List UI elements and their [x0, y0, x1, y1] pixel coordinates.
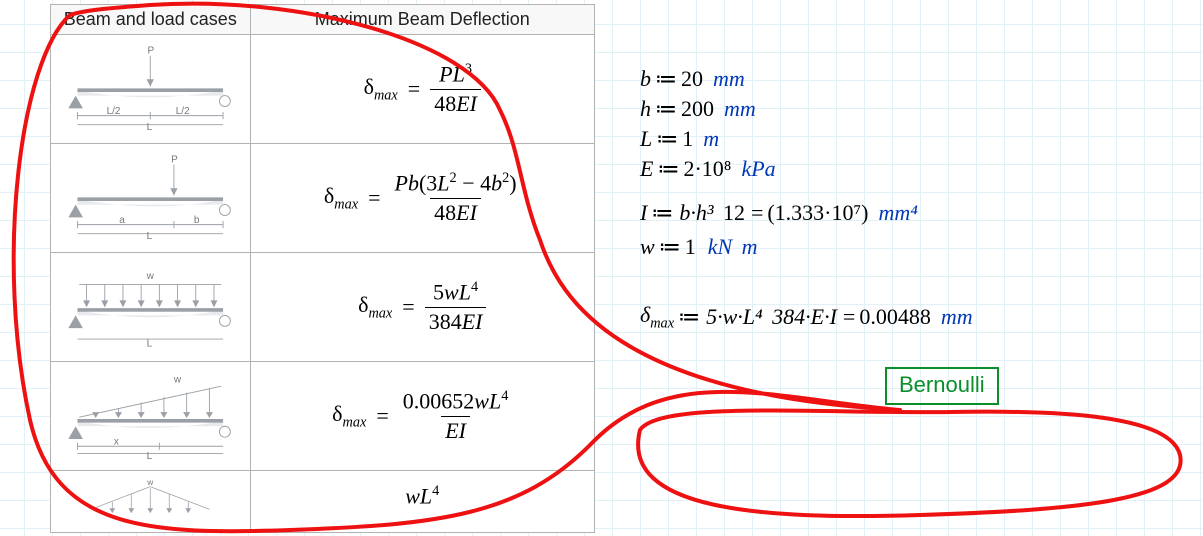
svg-text:w: w — [146, 479, 154, 487]
table-header-cases: Beam and load cases — [51, 5, 251, 35]
table-row: w x L δmax = 0.00652wL4 EI — [51, 362, 595, 471]
table-row: P a b L δmax = Pb(3L2 − 4b2) 48EI — [51, 144, 595, 253]
deflection-table: Beam and load cases Maximum Beam Deflect… — [50, 4, 595, 533]
formula-cell: δmax = 5wL4 384EI — [250, 253, 594, 362]
svg-text:L/2: L/2 — [107, 106, 121, 117]
beam-diagram-uniform-load: w L — [51, 253, 251, 362]
table-row: P L/2 L/2 L δmax = PL3 48EI — [51, 35, 595, 144]
def-h: h ≔ 200 mm — [640, 96, 1170, 122]
svg-text:w: w — [146, 271, 155, 282]
svg-text:w: w — [173, 375, 182, 386]
formula-cell: δmax = Pb(3L2 − 4b2) 48EI — [250, 144, 594, 253]
formula-cell: δmax = PL3 48EI — [250, 35, 594, 144]
svg-text:b: b — [194, 215, 200, 226]
svg-text:L/2: L/2 — [176, 106, 190, 117]
def-I: I ≔ b·h³ 12 = (1.333·10⁷) mm⁴ — [640, 200, 1170, 226]
beam-diagram-center-point: P L/2 L/2 L — [51, 35, 251, 144]
bernoulli-label: Bernoulli — [885, 367, 999, 405]
beam-diagram-triangular-load: w x L — [51, 362, 251, 471]
def-b: b ≔ 20 mm — [640, 66, 1170, 92]
beam-diagram-partial: w — [51, 471, 251, 533]
svg-text:L: L — [147, 338, 153, 349]
def-w: w ≔ 1 kN m — [640, 234, 1170, 260]
svg-text:P: P — [171, 155, 178, 166]
svg-text:L: L — [147, 122, 153, 132]
worked-equations: b ≔ 20 mm h ≔ 200 mm L ≔ 1 m E ≔ 2·10⁸ k… — [640, 62, 1170, 336]
svg-text:L: L — [147, 231, 153, 241]
svg-text:L: L — [147, 451, 153, 459]
svg-text:x: x — [114, 436, 119, 447]
def-L: L ≔ 1 m — [640, 126, 1170, 152]
table-row: w wL4 — [51, 471, 595, 533]
svg-text:a: a — [119, 215, 125, 226]
def-E: E ≔ 2·10⁸ kPa — [640, 156, 1170, 182]
svg-text:P: P — [148, 46, 155, 57]
result-delta-max: δmax ≔ 5·w·L⁴ 384·E·I = 0.00488 mm — [640, 302, 1170, 332]
table-row: w L δmax = 5wL4 384EI — [51, 253, 595, 362]
formula-cell: δmax = 0.00652wL4 EI — [250, 362, 594, 471]
beam-diagram-offset-point: P a b L — [51, 144, 251, 253]
table-header-formula: Maximum Beam Deflection — [250, 5, 594, 35]
formula-cell: wL4 — [250, 471, 594, 533]
